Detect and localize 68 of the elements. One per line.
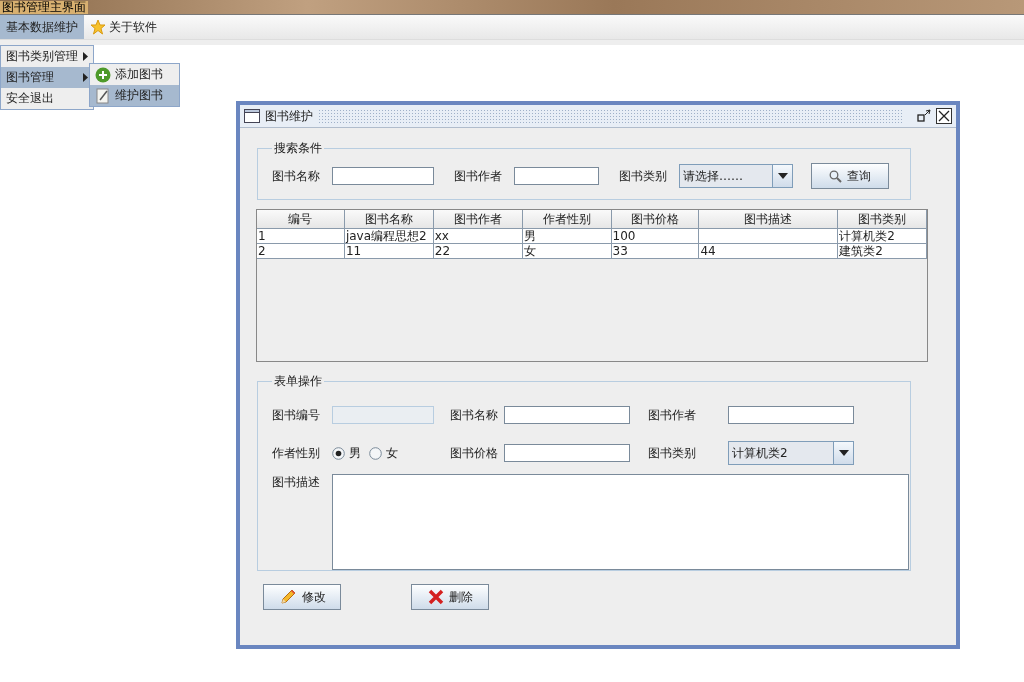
name-input[interactable]	[504, 406, 630, 424]
column-header[interactable]: 图书价格	[611, 210, 700, 229]
menu-item[interactable]: 关于软件	[84, 15, 163, 39]
table-cell: 女	[522, 244, 612, 259]
window-icon	[244, 109, 260, 123]
field-label: 图书作者	[454, 167, 502, 185]
search-button[interactable]: 查询	[811, 163, 889, 189]
column-header[interactable]: 图书类别	[838, 210, 928, 229]
column-header[interactable]: 图书名称	[344, 210, 434, 229]
radio-button-icon[interactable]	[332, 446, 345, 460]
category-dropdown[interactable]: 计算机类2	[728, 441, 854, 465]
window-title: 图书维护	[265, 107, 313, 125]
dropdown-arrow-icon	[777, 173, 788, 179]
name-input[interactable]	[332, 167, 434, 185]
table-cell: 2	[257, 244, 345, 259]
submenu-arrow-icon	[83, 73, 88, 82]
menu-item[interactable]: 添加图书	[90, 64, 179, 85]
table-cell: 男	[522, 229, 612, 244]
table-cell: 计算机类2	[838, 229, 928, 244]
table-cell: 11	[344, 244, 434, 259]
menu-item[interactable]: 安全退出	[1, 88, 93, 109]
restore-icon[interactable]	[917, 109, 931, 123]
table-cell: 22	[433, 244, 523, 259]
close-icon[interactable]	[936, 108, 952, 124]
column-header[interactable]: 图书描述	[699, 210, 839, 229]
field-label: 图书名称	[272, 167, 320, 185]
pencil-icon	[278, 588, 297, 606]
star-icon	[90, 19, 106, 35]
field-label: 图书编号	[272, 406, 321, 424]
app-title: 图书管理主界面	[0, 0, 88, 14]
description-textarea[interactable]	[332, 474, 909, 570]
table-cell: 44	[699, 244, 839, 259]
field-label: 图书类别	[648, 444, 697, 462]
notepad-icon	[95, 87, 111, 104]
group-title: 表单操作	[273, 373, 323, 390]
menu-item[interactable]: 基本数据维护	[0, 15, 84, 39]
field-label: 图书描述	[272, 474, 321, 491]
field-label: 图书名称	[450, 406, 499, 424]
column-header[interactable]: 图书作者	[433, 210, 523, 229]
field-label: 作者性别	[272, 444, 321, 462]
table-cell: 100	[611, 229, 700, 244]
submenu-arrow-icon	[83, 52, 88, 61]
radio-option[interactable]: 男	[332, 444, 361, 462]
category-dropdown[interactable]: 请选择……	[679, 164, 793, 188]
table-cell: 1	[257, 229, 345, 244]
group-title: 搜索条件	[273, 140, 323, 157]
author-input[interactable]	[514, 167, 599, 185]
search-icon	[829, 169, 842, 183]
author-input[interactable]	[728, 406, 854, 424]
table-cell: 33	[611, 244, 700, 259]
column-header[interactable]: 编号	[257, 210, 345, 229]
edit-button[interactable]: 修改	[263, 584, 341, 610]
plus-icon	[95, 66, 111, 83]
table-cell: xx	[433, 229, 523, 244]
field-label: 图书价格	[450, 444, 499, 462]
dropdown-arrow-icon	[838, 450, 849, 456]
menu-item[interactable]: 图书类别管理	[1, 46, 93, 67]
column-header[interactable]: 作者性别	[522, 210, 612, 229]
table-cell: java编程思想2	[344, 229, 434, 244]
table-cell: 建筑类2	[838, 244, 928, 259]
price-input[interactable]	[504, 444, 630, 462]
menu-item[interactable]: 维护图书	[90, 85, 179, 106]
field-label: 图书类别	[619, 167, 667, 185]
radio-button-icon[interactable]	[369, 446, 382, 460]
field-label: 图书作者	[648, 406, 697, 424]
cross-icon	[427, 589, 444, 605]
delete-button[interactable]: 删除	[411, 584, 489, 610]
radio-option[interactable]: 女	[369, 444, 398, 462]
